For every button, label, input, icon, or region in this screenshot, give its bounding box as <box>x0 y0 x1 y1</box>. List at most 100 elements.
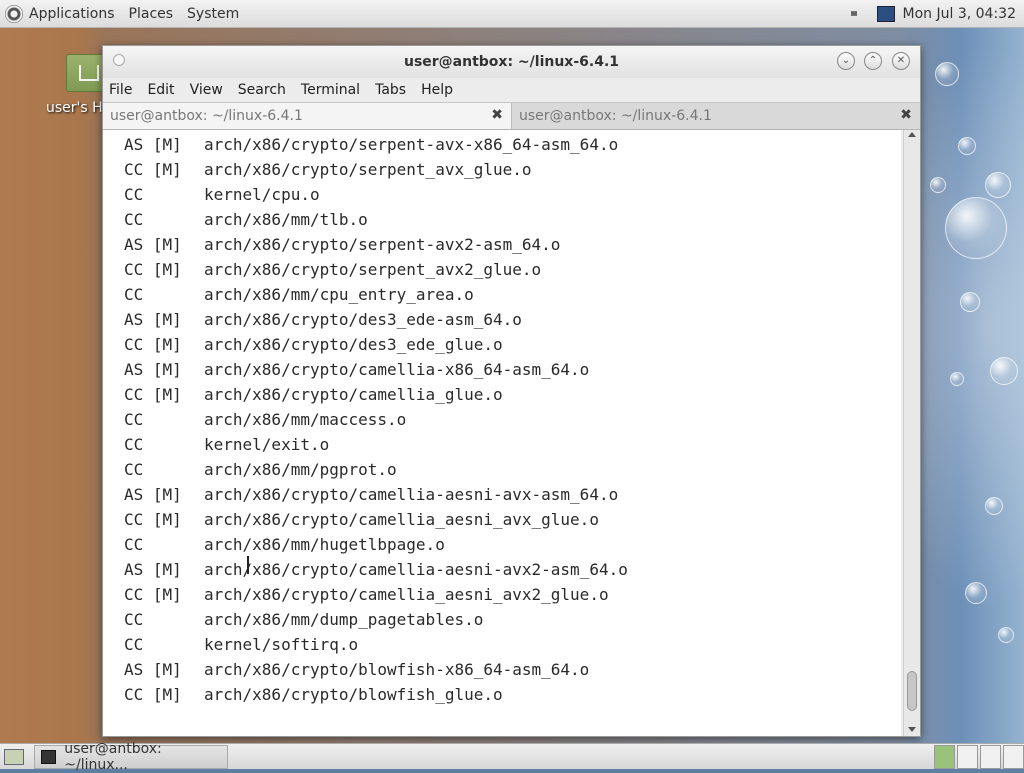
object-path: arch/x86/mm/tlb.o <box>204 210 368 229</box>
build-step: CC <box>124 460 144 479</box>
object-path: kernel/softirq.o <box>204 635 359 654</box>
terminal-line: CC [M] arch/x86/crypto/serpent_avx_glue.o <box>124 157 532 182</box>
terminal-line: CC [M] arch/x86/crypto/serpent_avx2_glue.… <box>124 257 541 282</box>
scrollbar-thumb[interactable] <box>907 671 917 711</box>
terminal-line: AS [M] arch/x86/crypto/serpent-avx2-asm_6… <box>124 232 560 257</box>
tab-2[interactable]: user@antbox: ~/linux-6.4.1 ✖ <box>512 103 920 129</box>
build-step: CC [M] <box>124 260 182 279</box>
tab-1[interactable]: user@antbox: ~/linux-6.4.1 ✖ <box>103 103 512 129</box>
distro-logo-icon[interactable] <box>5 4 23 23</box>
volume-icon[interactable] <box>850 5 864 22</box>
workspace-2[interactable] <box>957 744 978 769</box>
build-step: AS [M] <box>124 235 182 254</box>
menu-help[interactable]: Help <box>421 82 453 98</box>
terminal-line: CC kernel/cpu.o <box>124 182 320 207</box>
menu-search[interactable]: Search <box>238 82 286 98</box>
object-path: arch/x86/crypto/camellia_aesni_avx2_glue… <box>204 585 609 604</box>
window-titlebar[interactable]: user@antbox: ~/linux-6.4.1 ⌄ ⌃ ✕ <box>103 46 920 78</box>
object-path: arch/x86/crypto/serpent-avx2-asm_64.o <box>204 235 561 254</box>
terminal-line: AS [M] arch/x86/crypto/camellia-x86_64-as… <box>124 357 589 382</box>
workspace-4[interactable] <box>1003 744 1024 769</box>
object-path: arch/x86/crypto/des3_ede-asm_64.o <box>204 310 522 329</box>
workspace-switcher <box>932 744 1024 769</box>
system-tray: Mon Jul 3, 04:32 <box>850 5 1024 22</box>
terminal-line: CC [M] arch/x86/crypto/camellia_glue.o <box>124 382 503 407</box>
object-path: arch/x86/crypto/serpent-avx-x86_64-asm_6… <box>204 135 619 154</box>
scroll-up-icon[interactable] <box>908 132 916 137</box>
build-step: CC [M] <box>124 510 182 529</box>
object-path: arch/x86/crypto/blowfish-x86_64-asm_64.o <box>204 660 590 679</box>
terminal-window: user@antbox: ~/linux-6.4.1 ⌄ ⌃ ✕ File Ed… <box>102 45 921 737</box>
tab-close-icon[interactable]: ✖ <box>491 107 503 123</box>
menu-terminal[interactable]: Terminal <box>301 82 360 98</box>
object-path: arch/x86/crypto/serpent_avx2_glue.o <box>204 260 542 279</box>
build-step: CC [M] <box>124 585 182 604</box>
terminal-line: AS [M] arch/x86/crypto/camellia-aesni-avx… <box>124 482 618 507</box>
terminal-line: AS [M] arch/x86/crypto/des3_ede-asm_64.o <box>124 307 522 332</box>
minimize-button[interactable]: ⌄ <box>837 52 855 70</box>
object-path: arch/x86/mm/hugetlbpage.o <box>204 535 445 554</box>
scroll-down-icon[interactable] <box>908 727 916 732</box>
object-path: arch/x86/crypto/des3_ede_glue.o <box>204 335 503 354</box>
system-menu[interactable]: System <box>187 6 239 22</box>
terminal-line: CC kernel/exit.o <box>124 432 329 457</box>
build-step: CC <box>124 410 144 429</box>
build-step: CC [M] <box>124 160 182 179</box>
build-step: CC [M] <box>124 385 182 404</box>
terminal-line: CC [M] arch/x86/crypto/des3_ede_glue.o <box>124 332 503 357</box>
build-step: CC <box>124 185 144 204</box>
workspace-3[interactable] <box>980 744 1001 769</box>
build-step: CC <box>124 210 144 229</box>
object-path: arch/x86/mm/pgprot.o <box>204 460 397 479</box>
menu-bar: File Edit View Search Terminal Tabs Help <box>103 78 920 102</box>
object-path: arch/x86/mm/dump_pagetables.o <box>204 610 484 629</box>
build-step: CC [M] <box>124 685 182 704</box>
tab-label: user@antbox: ~/linux-6.4.1 <box>519 108 712 124</box>
terminal-icon <box>41 749 57 764</box>
home-folder-label[interactable]: user's H <box>46 100 103 116</box>
terminal-line: CC arch/x86/mm/dump_pagetables.o <box>124 607 483 632</box>
object-path: kernel/cpu.o <box>204 185 320 204</box>
terminal-line: CC arch/x86/mm/maccess.o <box>124 407 406 432</box>
network-icon[interactable] <box>876 5 895 22</box>
clock[interactable]: Mon Jul 3, 04:32 <box>903 6 1016 22</box>
object-path: arch/x86/crypto/camellia-x86_64-asm_64.o <box>204 360 590 379</box>
terminal-line: CC arch/x86/mm/hugetlbpage.o <box>124 532 445 557</box>
menu-file[interactable]: File <box>109 82 132 98</box>
terminal-line: CC arch/x86/mm/cpu_entry_area.o <box>124 282 474 307</box>
top-panel: Applications Places System Mon Jul 3, 04… <box>0 0 1024 28</box>
menu-edit[interactable]: Edit <box>147 82 174 98</box>
object-path: kernel/exit.o <box>204 435 330 454</box>
show-desktop-icon[interactable] <box>4 748 24 765</box>
terminal-line: AS [M] arch/x86/crypto/camellia-aesni-avx… <box>124 557 628 582</box>
menu-view[interactable]: View <box>190 82 223 98</box>
object-path: arch/x86/crypto/camellia_glue.o <box>204 385 503 404</box>
build-step: CC <box>124 610 144 629</box>
object-path: arch/x86/mm/maccess.o <box>204 410 407 429</box>
build-step: AS [M] <box>124 560 182 579</box>
maximize-button[interactable]: ⌃ <box>864 52 882 70</box>
workspace-1[interactable] <box>934 744 955 769</box>
terminal-line: CC [M] arch/x86/crypto/camellia_aesni_avx… <box>124 507 599 532</box>
object-path: arch/x86/crypto/camellia-aesni-avx-asm_6… <box>204 485 619 504</box>
object-path: arch/x86/crypto/camellia-aesni-avx2-asm_… <box>204 560 628 579</box>
object-path: arch/x86/crypto/serpent_avx_glue.o <box>204 160 532 179</box>
tab-label: user@antbox: ~/linux-6.4.1 <box>110 108 303 124</box>
menu-tabs[interactable]: Tabs <box>375 82 406 98</box>
tab-close-icon[interactable]: ✖ <box>900 107 912 123</box>
terminal-scrollbar[interactable] <box>903 130 920 736</box>
build-step: CC <box>124 535 144 554</box>
taskbar-terminal-button[interactable]: user@antbox: ~/linux... <box>34 741 228 773</box>
bottom-panel: user@antbox: ~/linux... <box>0 741 1024 773</box>
object-path: arch/x86/crypto/blowfish_glue.o <box>204 685 503 704</box>
text-cursor-icon <box>247 556 249 574</box>
places-menu[interactable]: Places <box>129 6 174 22</box>
applications-menu[interactable]: Applications <box>29 6 115 22</box>
window-title: user@antbox: ~/linux-6.4.1 <box>403 54 620 70</box>
close-button[interactable]: ✕ <box>892 52 910 70</box>
build-step: AS [M] <box>124 360 182 379</box>
terminal-output[interactable]: AS [M] arch/x86/crypto/serpent-avx-x86_64… <box>103 130 901 736</box>
build-step: CC [M] <box>124 335 182 354</box>
build-step: CC <box>124 435 144 454</box>
build-step: CC <box>124 635 144 654</box>
